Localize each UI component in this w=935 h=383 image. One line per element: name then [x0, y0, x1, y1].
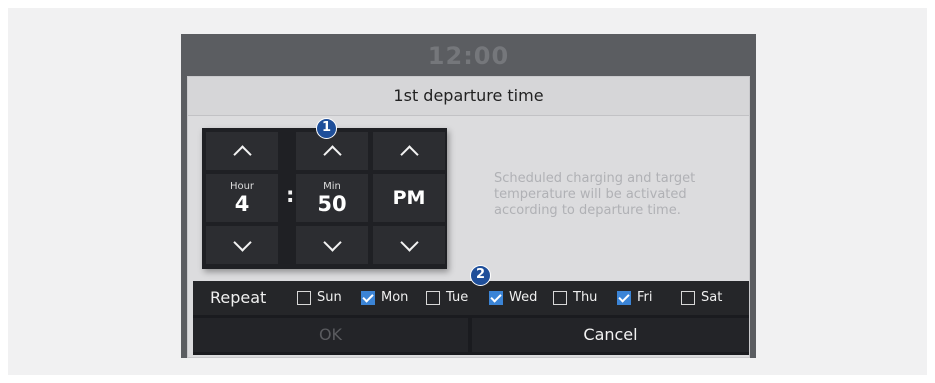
figure-frame: 12:00 1st departure time Hour 4 : Min 50 — [0, 0, 935, 383]
minute-up-button[interactable] — [296, 132, 368, 170]
hour-label: Hour — [229, 180, 255, 192]
day-label: Mon — [381, 290, 409, 305]
ok-button[interactable]: OK — [193, 318, 468, 352]
day-label: Thu — [573, 290, 598, 305]
time-separator: : — [286, 183, 295, 207]
day-checkbox[interactable] — [426, 290, 440, 305]
hour-up-button[interactable] — [206, 132, 278, 170]
dialog-description: Scheduled charging and target temperatur… — [494, 171, 696, 218]
period-up-button[interactable] — [373, 132, 445, 170]
period-text: PM — [392, 187, 426, 209]
cancel-button[interactable]: Cancel — [472, 318, 749, 352]
time-picker: Hour 4 : Min 50 PM — [202, 128, 447, 269]
dialog-title: 1st departure time — [188, 77, 749, 116]
repeat-row: Repeat Sun Mon Tue Wed Thu Fri Sat — [193, 281, 749, 315]
day-checkbox[interactable] — [681, 290, 695, 305]
callout-badge-2: 2 — [470, 265, 491, 286]
chevron-down-icon — [399, 232, 419, 252]
chevron-up-icon — [232, 144, 252, 164]
checkmark-icon[interactable] — [361, 290, 375, 305]
hour-value[interactable]: Hour 4 — [206, 174, 278, 222]
day-label: Sat — [701, 290, 723, 305]
period-down-button[interactable] — [373, 226, 445, 264]
callout-badge-1: 1 — [316, 118, 337, 139]
day-label: Sun — [317, 290, 342, 305]
status-clock: 12:00 — [427, 42, 510, 70]
day-checkbox[interactable] — [297, 290, 311, 305]
day-label: Fri — [637, 290, 653, 305]
day-tue[interactable]: Tue — [426, 290, 468, 305]
day-label: Tue — [446, 290, 469, 305]
hour-number: 4 — [234, 191, 250, 216]
day-thu[interactable]: Thu — [553, 290, 597, 305]
day-checkbox[interactable] — [553, 290, 567, 305]
day-fri[interactable]: Fri — [617, 290, 653, 305]
day-wed[interactable]: Wed — [489, 290, 537, 305]
day-label: Wed — [509, 290, 538, 305]
hour-down-button[interactable] — [206, 226, 278, 264]
minute-down-button[interactable] — [296, 226, 368, 264]
day-sun[interactable]: Sun — [297, 290, 342, 305]
chevron-up-icon — [322, 144, 342, 164]
minute-value[interactable]: Min 50 — [296, 174, 368, 222]
dialog-footer: Repeat Sun Mon Tue Wed Thu Fri Sat OK Ca… — [193, 281, 749, 355]
chevron-down-icon — [322, 232, 342, 252]
day-sat[interactable]: Sat — [681, 290, 722, 305]
checkmark-icon[interactable] — [617, 290, 631, 305]
chevron-up-icon — [399, 144, 419, 164]
checkmark-icon[interactable] — [489, 290, 503, 305]
repeat-label: Repeat — [210, 288, 267, 307]
minute-label: Min — [323, 180, 341, 192]
chevron-down-icon — [232, 232, 252, 252]
day-mon[interactable]: Mon — [361, 290, 408, 305]
minute-number: 50 — [317, 191, 347, 216]
period-value[interactable]: PM — [373, 174, 445, 222]
